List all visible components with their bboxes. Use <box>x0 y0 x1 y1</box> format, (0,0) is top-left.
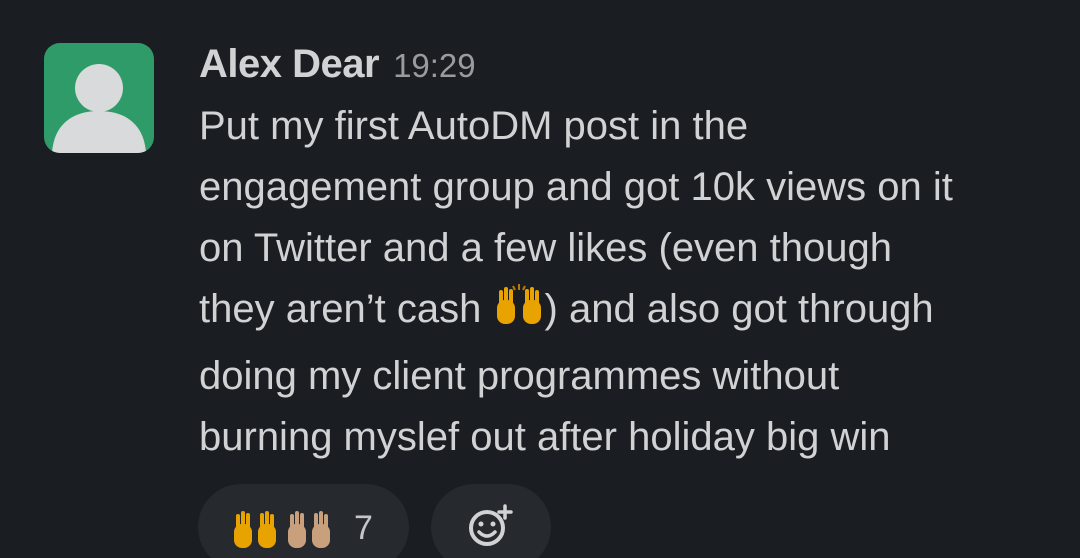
message-line-part: they aren’t cash <box>199 287 482 331</box>
add-emoji-icon <box>467 504 515 558</box>
reactions-bar: 7 <box>198 484 551 558</box>
raising-hands-emoji-icon <box>493 284 545 346</box>
reaction-count: 7 <box>354 509 373 547</box>
reaction-raising-hands[interactable]: 7 <box>198 484 409 558</box>
message-line: engagement group and got 10k views on it <box>199 165 953 209</box>
default-user-icon <box>52 64 146 153</box>
author-name[interactable]: Alex Dear <box>199 42 380 87</box>
message-header: Alex Dear 19:29 <box>199 42 1059 92</box>
message-timestamp[interactable]: 19:29 <box>393 47 476 85</box>
chat-message: Alex Dear 19:29 Put my first AutoDM post… <box>0 0 1080 558</box>
add-reaction-button[interactable] <box>430 484 551 558</box>
message-line: they aren’t cash) and also got through <box>199 279 1059 346</box>
user-avatar[interactable] <box>44 43 154 153</box>
message-line-part: ) and also got through <box>544 287 934 331</box>
message-line: on Twitter and a few likes (even though <box>199 226 893 270</box>
message-line: Put my first AutoDM post in the <box>199 104 749 148</box>
message-content: Alex Dear 19:29 Put my first AutoDM post… <box>199 42 1059 468</box>
message-line: burning myslef out after holiday big win <box>199 415 891 459</box>
message-body: Put my first AutoDM post in the engageme… <box>199 96 1059 468</box>
message-line: doing my client programmes without <box>199 354 840 398</box>
raising-hands-emoji-icon <box>232 508 342 557</box>
